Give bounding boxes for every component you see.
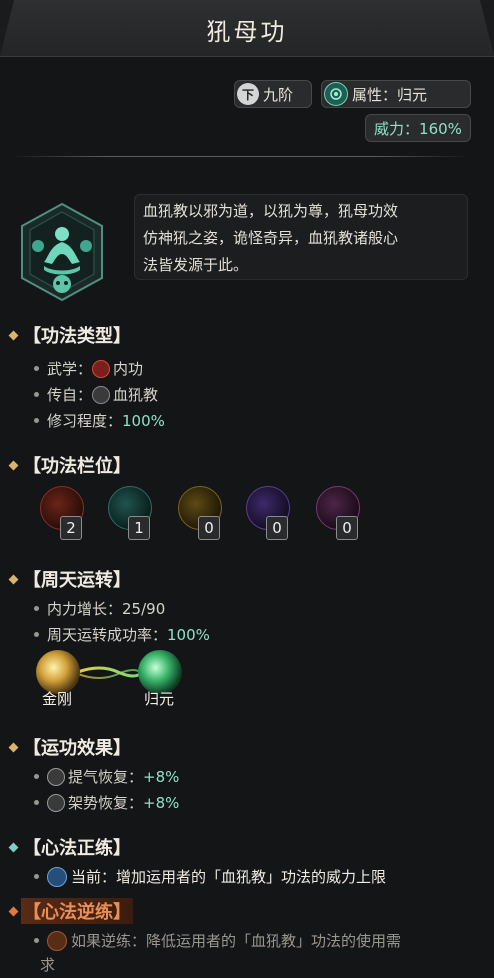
martial-row: 武学： 内功	[34, 358, 143, 379]
slot-count: 0	[198, 516, 220, 540]
technique-emblem-icon	[14, 200, 110, 304]
description-line-2: 仿神犼之姿，诡怪奇异，血犼教诸般心	[143, 229, 399, 247]
success-row: 周天运转成功率： 100%	[34, 624, 210, 645]
gold-diamond-icon	[8, 330, 19, 340]
slot-attack[interactable]: 2	[38, 486, 88, 544]
description-line-1: 血犼教以邪为道，以犼为尊，犼母功效	[143, 202, 399, 220]
bullet-icon	[34, 632, 39, 637]
attribute-label: 属性：归元	[352, 85, 428, 104]
positive-row: 当前： 增加运用者的「血犼教」功法的威力上限	[34, 866, 386, 887]
section-slots-heading: 【功法栏位】	[8, 452, 133, 478]
title-bar: 犼母功	[0, 0, 494, 57]
attribute-badge[interactable]: 属性：归元	[321, 80, 471, 108]
bullet-icon	[34, 606, 39, 611]
gold-diamond-icon	[8, 574, 19, 584]
reverse-row-cont: 求	[40, 954, 55, 975]
header-divider	[10, 156, 470, 157]
effect-row-stance: 架势恢复： +8%	[34, 792, 179, 813]
section-type-heading: 【功法类型】	[8, 322, 133, 348]
effect-value: +8%	[143, 793, 180, 812]
gold-diamond-icon	[8, 460, 19, 470]
section-positive-heading: 【心法正练】	[8, 834, 133, 860]
positive-practice-icon	[47, 866, 67, 887]
reverse-practice-icon	[47, 930, 67, 951]
section-effects-heading: 【运功效果】	[8, 734, 133, 760]
reverse-text-line2: 求	[40, 956, 56, 974]
positive-text: 增加运用者的「血犼教」功法的威力上限	[116, 868, 387, 886]
source-value: 血犼教	[113, 386, 159, 404]
section-reverse-heading: 【心法逆练】	[8, 898, 133, 924]
growth-value: 25/90	[122, 599, 166, 618]
power-label: 威力：160%	[374, 119, 462, 138]
grade-label: 九阶	[263, 85, 294, 104]
page-title: 犼母功	[206, 18, 288, 46]
bullet-icon	[34, 366, 39, 371]
reverse-row: 如果逆练： 降低运用者的「血犼教」功法的使用需	[34, 930, 401, 951]
neigong-icon	[92, 359, 111, 378]
attribute-icon	[324, 82, 348, 106]
source-row: 传自： 血犼教	[34, 384, 158, 405]
section-cycle-heading: 【周天运转】	[8, 566, 133, 592]
growth-row: 内力增长： 25/90	[34, 598, 165, 619]
bullet-icon	[34, 874, 39, 879]
slot-assist[interactable]: 0	[244, 486, 294, 544]
teal-diamond-icon	[8, 842, 19, 852]
bullet-icon	[34, 418, 39, 423]
stance-recovery-icon	[47, 793, 65, 812]
orange-diamond-icon	[8, 906, 19, 916]
power-badge: 威力：160%	[365, 114, 471, 142]
reverse-text-line1: 降低运用者的「血犼教」功法的使用需	[146, 932, 402, 950]
gold-diamond-icon	[8, 742, 19, 752]
slot-count: 2	[60, 516, 82, 540]
description-line-3: 法皆发源于此。	[143, 256, 249, 274]
effect-row-qi: 提气恢复： +8%	[34, 766, 179, 787]
progress-row: 修习程度： 100%	[34, 410, 165, 431]
bullet-icon	[34, 392, 39, 397]
cycle-to-label: 归元	[144, 690, 175, 708]
cycle-from-label: 金刚	[42, 690, 73, 708]
martial-value: 内功	[113, 360, 144, 378]
grade-tier-icon: 下	[237, 83, 259, 105]
qi-recovery-icon	[47, 767, 65, 786]
slot-agility[interactable]: 1	[106, 486, 156, 544]
bullet-icon	[34, 774, 39, 779]
slot-count: 1	[128, 516, 150, 540]
technique-description: 血犼教以邪为道，以犼为尊，犼母功效 仿神犼之姿，诡怪奇异，血犼教诸般心 法皆发源…	[134, 194, 468, 280]
slot-defense[interactable]: 0	[176, 486, 226, 544]
bullet-icon	[34, 938, 39, 943]
effect-value: +8%	[143, 767, 180, 786]
slot-count: 0	[266, 516, 288, 540]
sect-emblem-icon	[92, 385, 111, 404]
progress-value: 100%	[122, 411, 165, 430]
slot-count: 0	[336, 516, 358, 540]
grade-badge[interactable]: 下 九阶	[234, 80, 312, 108]
success-value: 100%	[167, 625, 210, 644]
bullet-icon	[34, 800, 39, 805]
slot-special[interactable]: 0	[314, 486, 364, 544]
